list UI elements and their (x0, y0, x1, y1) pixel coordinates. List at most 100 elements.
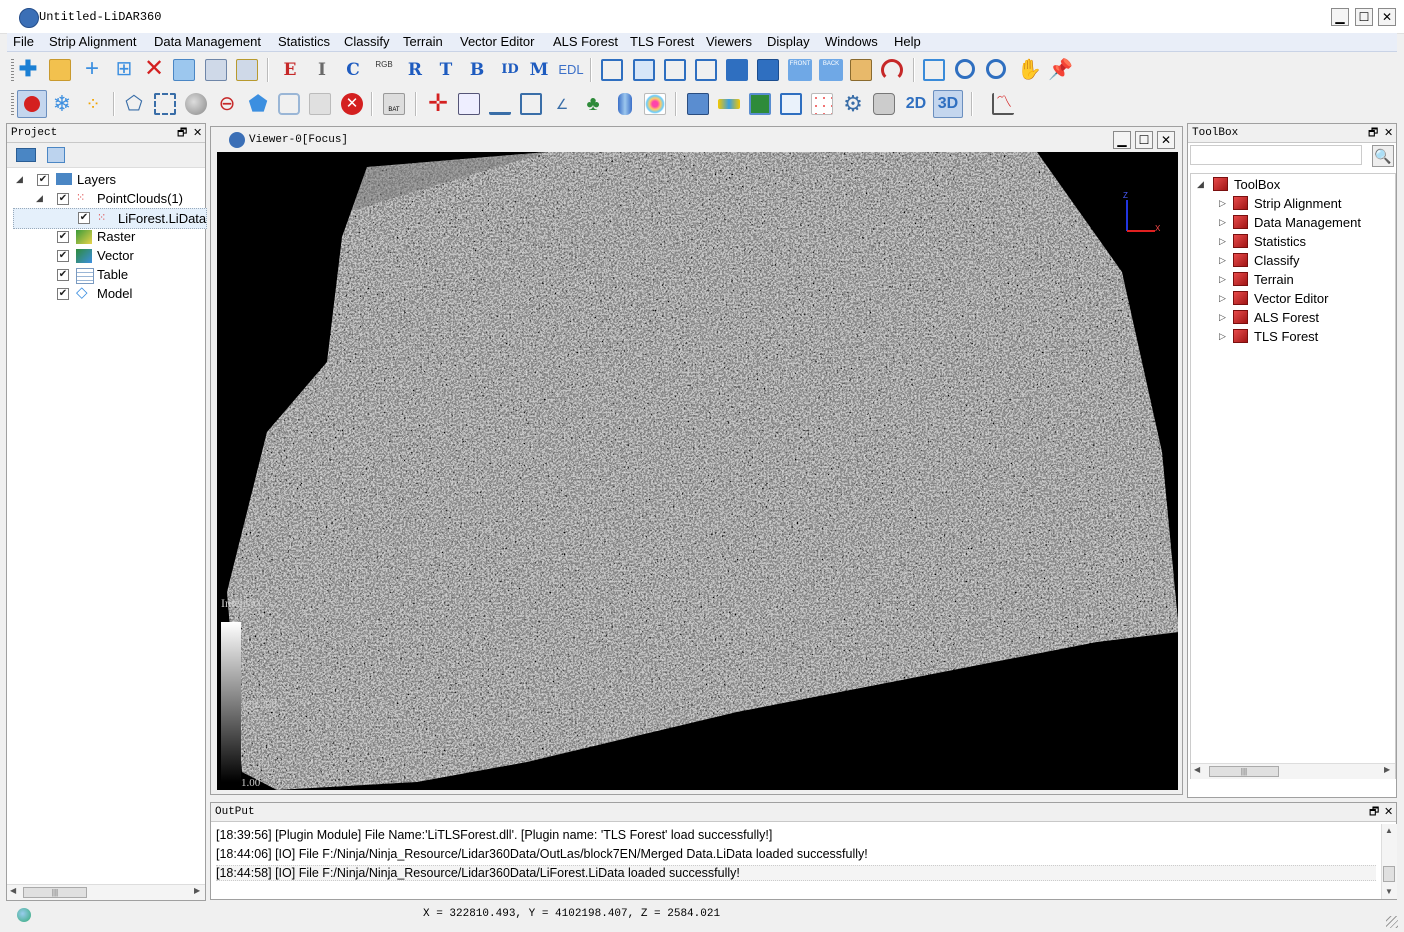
point-cloud-render[interactable]: Intensity 128.250 1.00 Z X (217, 152, 1178, 790)
view-2d-button[interactable]: 2D (903, 93, 929, 115)
project-hscrollbar[interactable]: ◀ ||| ▶ (7, 884, 205, 900)
tree-measure-icon[interactable]: ♣ (582, 93, 604, 115)
maximize-button[interactable]: ☐ (1355, 8, 1373, 26)
close-panel-icon[interactable]: ✕ (193, 124, 202, 142)
measure-area-icon[interactable] (520, 93, 542, 115)
tree-row-raster[interactable]: ✔ Raster (13, 227, 203, 246)
radiation-mode-icon[interactable] (17, 90, 47, 118)
time-color-icon[interactable]: T (435, 59, 457, 81)
cancel-icon[interactable]: ✕ (341, 93, 363, 115)
snowflake-icon[interactable]: ❄ (51, 93, 73, 115)
toolbox-hscrollbar[interactable]: ◀ ||| ▶ (1191, 763, 1395, 779)
expand-arrow-icon[interactable]: ◢ (16, 170, 23, 189)
circle-select-icon[interactable] (185, 93, 207, 115)
toolbar-grip[interactable] (11, 93, 14, 115)
toolbox-root-row[interactable]: ◢ ToolBox (1191, 175, 1391, 194)
pin-icon[interactable]: 📌 (1048, 59, 1073, 81)
menu-statistics[interactable]: Statistics (278, 34, 330, 49)
rotate-icon[interactable] (881, 59, 903, 81)
viewer-maximize-button[interactable]: ☐ (1135, 131, 1153, 149)
scroll-thumb[interactable]: ||| (1209, 766, 1279, 777)
point-cloud-canvas[interactable]: Intensity 128.250 1.00 Z X (217, 152, 1178, 790)
clear-selection-icon[interactable] (278, 93, 300, 115)
toolbar-grip[interactable] (11, 59, 14, 81)
save-as-icon[interactable] (236, 59, 258, 81)
toolbox-item-terrain[interactable]: ▷ Terrain (1191, 270, 1391, 289)
pointclouds-checkbox[interactable]: ✔ (57, 193, 69, 205)
float-panel-icon[interactable]: 🗗 (177, 124, 187, 142)
vector-checkbox[interactable]: ✔ (57, 250, 69, 262)
color-dots-icon[interactable] (644, 93, 666, 115)
zoom-out-icon[interactable] (986, 59, 1006, 79)
scroll-up-icon[interactable]: ▲ (1385, 826, 1393, 835)
model-checkbox[interactable]: ✔ (57, 288, 69, 300)
menu-terrain[interactable]: Terrain (403, 34, 443, 49)
raster-checkbox[interactable]: ✔ (57, 231, 69, 243)
expand-arrow-icon[interactable]: ◢ (1197, 175, 1204, 194)
rect-select-icon[interactable] (154, 93, 176, 115)
expand-arrow-icon[interactable]: ▷ (1219, 251, 1226, 270)
elevation-color-icon[interactable]: E (279, 59, 301, 81)
tree-row-layers[interactable]: ◢ ✔ Layers (13, 170, 203, 189)
expand-arrow-icon[interactable]: ▷ (1219, 270, 1226, 289)
menu-file[interactable]: File (13, 34, 34, 49)
classification-color-icon[interactable]: C (342, 59, 364, 81)
menu-tls-forest[interactable]: TLS Forest (630, 34, 694, 49)
add-layer-icon[interactable]: + (81, 57, 103, 81)
tree-row-pointclouds[interactable]: ◢ ✔ ⁙ PointClouds(1) (13, 189, 203, 208)
expand-arrow-icon[interactable]: ▷ (1219, 232, 1226, 251)
screen-icon[interactable] (749, 93, 771, 115)
expand-arrow-icon[interactable]: ◢ (36, 189, 43, 208)
save-icon[interactable] (205, 59, 227, 81)
batch-icon[interactable]: BAT (383, 93, 405, 115)
view-custom-icon[interactable] (850, 59, 872, 81)
output-vscrollbar[interactable]: ▲ ▼ (1381, 824, 1397, 899)
export-icon[interactable] (173, 59, 195, 81)
scroll-thumb[interactable] (1383, 866, 1395, 882)
measure-angle-icon[interactable]: ∠ (551, 93, 573, 115)
measure-distance-icon[interactable] (489, 93, 511, 115)
polygon-select-icon[interactable]: ⬠ (123, 93, 145, 115)
zoom-full-icon[interactable] (923, 59, 945, 81)
viewer-close-button[interactable]: ✕ (1157, 131, 1175, 149)
edl-icon[interactable]: EDL (557, 59, 585, 81)
toolbox-item-strip-alignment[interactable]: ▷ Strip Alignment (1191, 194, 1391, 213)
pan-hand-icon[interactable]: ✋ (1017, 59, 1042, 81)
expand-arrow-icon[interactable]: ▷ (1219, 327, 1226, 346)
close-panel-icon[interactable]: ✕ (1384, 124, 1393, 142)
chart-icon[interactable]: 〽 (992, 93, 1014, 115)
layers-checkbox[interactable]: ✔ (37, 174, 49, 186)
menu-viewers[interactable]: Viewers (706, 34, 752, 49)
tree-row-vector[interactable]: ✔ Vector (13, 246, 203, 265)
scroll-right-icon[interactable]: ▶ (1384, 765, 1390, 774)
close-button[interactable]: ✕ (1378, 8, 1396, 26)
menu-data-management[interactable]: Data Management (154, 34, 261, 49)
toolbox-item-tls-forest[interactable]: ▷ TLS Forest (1191, 327, 1391, 346)
menu-als-forest[interactable]: ALS Forest (553, 34, 618, 49)
add-data-icon[interactable]: ✚ (17, 58, 39, 81)
toolbox-item-statistics[interactable]: ▷ Statistics (1191, 232, 1391, 251)
expand-arrow-icon[interactable]: ▷ (1219, 213, 1226, 232)
scroll-left-icon[interactable]: ◀ (10, 886, 16, 895)
collapse-layers-icon[interactable] (47, 147, 65, 163)
menu-windows[interactable]: Windows (825, 34, 878, 49)
expand-arrow-icon[interactable]: ▷ (1219, 194, 1226, 213)
resize-grip-icon[interactable] (1386, 916, 1398, 928)
open-folder-icon[interactable] (49, 59, 71, 81)
scroll-down-icon[interactable]: ▼ (1385, 887, 1393, 896)
save-selection-icon[interactable] (309, 93, 331, 115)
float-panel-icon[interactable]: 🗗 (1369, 803, 1379, 821)
camera-icon[interactable] (873, 93, 895, 115)
menu-strip-alignment[interactable]: Strip Alignment (49, 34, 136, 49)
menu-vector-editor[interactable]: Vector Editor (460, 34, 534, 49)
expand-arrow-icon[interactable]: ▷ (1219, 308, 1226, 327)
cluster-icon[interactable] (811, 93, 833, 115)
profile-icon[interactable] (718, 99, 740, 109)
view-back-icon[interactable]: BACK (819, 59, 843, 81)
crosshair-icon[interactable]: ✛ (427, 92, 449, 116)
scroll-left-icon[interactable]: ◀ (1194, 765, 1200, 774)
tree-row-model[interactable]: ✔ ◇ Model (13, 284, 203, 303)
file-checkbox[interactable]: ✔ (78, 212, 90, 224)
view-top-icon[interactable] (633, 59, 655, 81)
import-frame-icon[interactable] (780, 93, 802, 115)
